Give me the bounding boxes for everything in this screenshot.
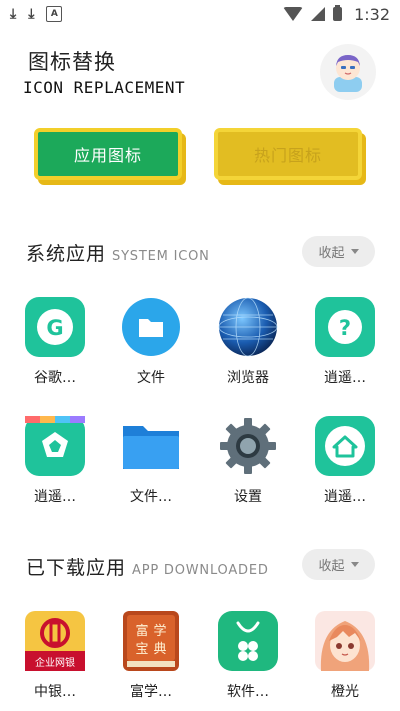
downloaded-section-header: 已下载应用 APP DOWNLOADED	[26, 553, 269, 580]
chevron-down-icon	[350, 249, 359, 254]
blue-folder-icon	[121, 416, 181, 476]
app-label: 文件…	[130, 489, 172, 505]
battery-icon	[333, 5, 343, 21]
help-icon: ?	[315, 297, 375, 357]
google-icon: G	[25, 297, 85, 357]
avatar-icon	[334, 55, 362, 92]
app-item[interactable]: G 谷歌…	[15, 297, 95, 387]
book-icon-char: 宝	[135, 642, 148, 657]
system-section-header: 系统应用 SYSTEM ICON	[26, 239, 210, 266]
page-title: 图标替换	[28, 50, 116, 74]
app-item[interactable]: 富 学 宝 典 富学…	[111, 611, 191, 701]
book-icon-char: 典	[153, 642, 166, 657]
collapse-label: 收起	[318, 559, 345, 574]
app-label: 设置	[234, 489, 262, 505]
book-icon-char: 富	[135, 623, 148, 639]
text-icon: A	[46, 6, 63, 22]
app-label: 浏览器	[227, 370, 269, 386]
svg-text:G: G	[46, 316, 63, 340]
bank-icon-text: 企业网银	[35, 656, 75, 669]
download-icon: ⤓	[10, 6, 17, 22]
section-title: 系统应用	[26, 243, 107, 265]
tab-app-icons[interactable]: 应用图标	[34, 128, 182, 180]
section-subtitle: APP DOWNLOADED	[132, 563, 269, 578]
svg-text:?: ?	[339, 316, 351, 340]
app-item[interactable]: 设置	[208, 416, 288, 506]
app-item[interactable]: 文件	[111, 297, 191, 387]
book-icon-char: 学	[153, 623, 166, 639]
section-title: 已下载应用	[26, 557, 127, 579]
chevron-down-icon	[350, 562, 359, 567]
app-label: 橙光	[331, 684, 359, 700]
anime-girl-icon	[315, 611, 375, 671]
app-item[interactable]: ? 逍遥…	[305, 297, 385, 387]
app-item[interactable]: 橙光	[305, 611, 385, 701]
app-label: 软件…	[227, 684, 269, 700]
downloaded-collapse-button[interactable]: 收起	[302, 549, 375, 580]
app-label: 文件	[137, 370, 165, 386]
app-label: 逍遥…	[324, 489, 366, 505]
app-label: 中银…	[34, 684, 76, 700]
section-subtitle: SYSTEM ICON	[112, 249, 210, 264]
app-label: 谷歌…	[34, 370, 76, 386]
app-label: 逍遥…	[34, 489, 76, 505]
app-label: 逍遥…	[324, 370, 366, 386]
status-bar: ⤓ ⤓ A 1:32	[0, 0, 400, 28]
wifi-icon	[283, 7, 304, 21]
app-item[interactable]: 文件…	[111, 416, 191, 506]
app-item[interactable]: 企业网银 中银…	[15, 611, 95, 701]
gear-icon	[218, 416, 278, 476]
tab-hot-icons[interactable]: 热门图标	[214, 128, 362, 180]
signal-icon	[311, 7, 326, 21]
avatar[interactable]	[320, 44, 376, 100]
app-item[interactable]: 逍遥…	[15, 416, 95, 506]
book-icon: 富 学 宝 典	[121, 611, 181, 671]
bank-icon: 企业网银	[25, 611, 85, 671]
page-subtitle: ICON REPLACEMENT	[23, 78, 186, 97]
download-icon: ⤓	[28, 6, 35, 22]
app-item[interactable]: 逍遥…	[305, 416, 385, 506]
store-icon	[25, 416, 85, 476]
app-item[interactable]: 浏览器	[208, 297, 288, 387]
folder-icon	[121, 297, 181, 357]
app-item[interactable]: 软件…	[208, 611, 288, 701]
globe-icon	[218, 297, 278, 357]
system-collapse-button[interactable]: 收起	[302, 236, 375, 267]
home-icon	[315, 416, 375, 476]
clock: 1:32	[354, 4, 390, 24]
collapse-label: 收起	[318, 246, 345, 261]
bag-icon	[218, 611, 278, 671]
app-label: 富学…	[130, 684, 172, 700]
